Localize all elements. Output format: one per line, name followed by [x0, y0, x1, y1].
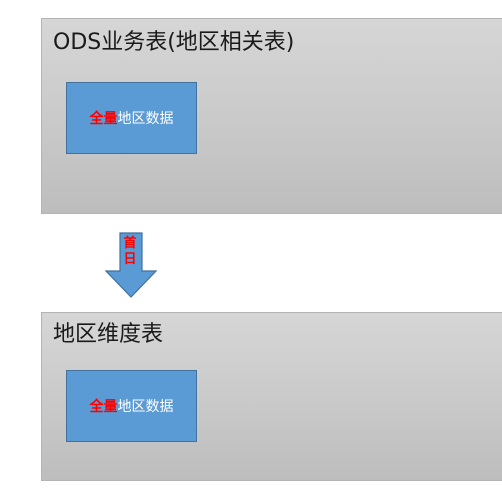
dim-panel-title: 地区维度表: [53, 322, 164, 347]
ods-table-panel: ODS业务表(地区相关表) 全量 地区数据: [41, 18, 502, 214]
ods-box-label: 地区数据: [117, 111, 174, 127]
dim-box-accent-label: 全量: [89, 399, 118, 415]
dim-full-region-data-box: 全量 地区数据: [66, 370, 197, 442]
arrow-label: 首日: [123, 236, 137, 267]
dim-box-label: 地区数据: [117, 399, 174, 415]
ods-full-region-data-box: 全量 地区数据: [66, 82, 197, 154]
ods-panel-title: ODS业务表(地区相关表): [53, 30, 295, 55]
dim-table-panel: 地区维度表 全量 地区数据: [41, 312, 502, 481]
ods-box-accent-label: 全量: [89, 111, 118, 127]
